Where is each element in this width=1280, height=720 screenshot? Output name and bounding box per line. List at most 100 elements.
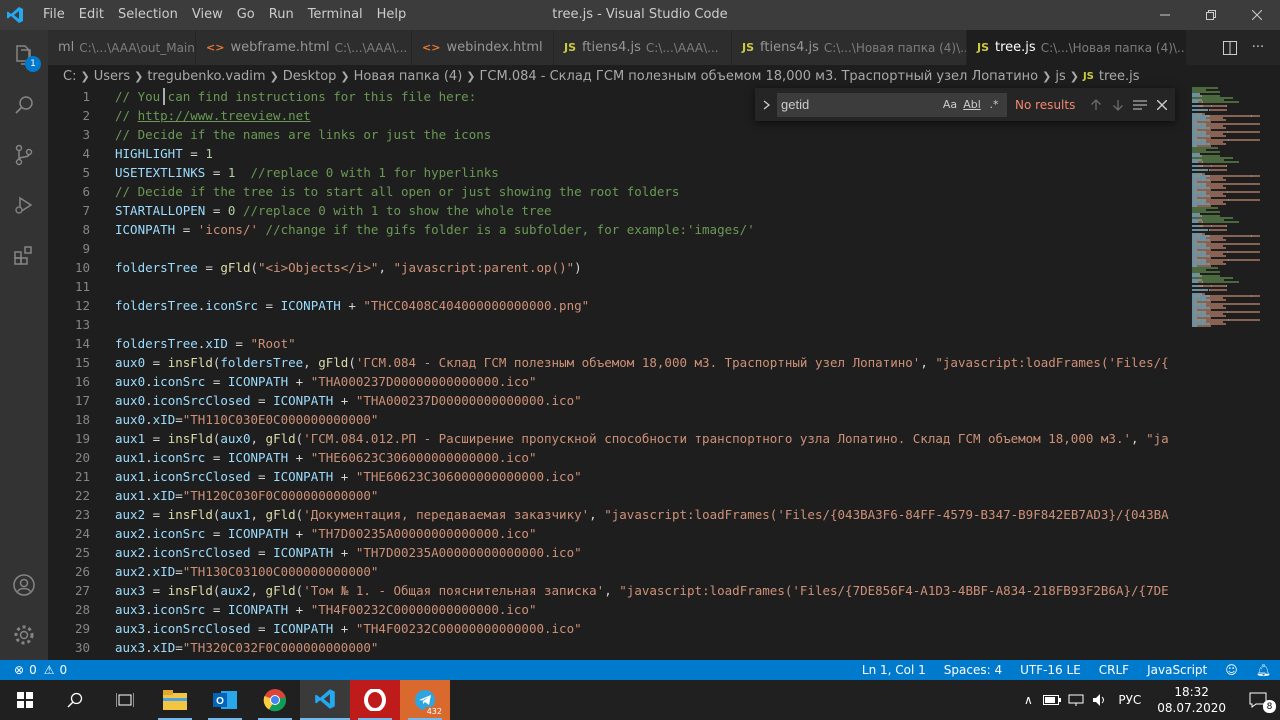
tab-tree-js[interactable]: JS tree.js C:\...\Новая папка (4)\... ✕	[967, 30, 1187, 65]
code-line[interactable]: 10 foldersTree = gFld("<i>Objects</i>", "…	[48, 258, 1188, 277]
code-line[interactable]: 16 aux0.iconSrc = ICONPATH + "THA000237D0…	[48, 372, 1188, 391]
code-token: "THA000237D00000000000000.ico"	[355, 393, 582, 408]
next-match-arrow-down-icon[interactable]	[1107, 94, 1129, 116]
explorer-icon[interactable]: 1	[0, 30, 48, 80]
find-input[interactable]	[781, 97, 931, 112]
chevron-up-icon[interactable]: ∧	[1016, 693, 1040, 707]
use-regex-button[interactable]: .*	[985, 98, 1003, 111]
code-line[interactable]: 19 aux1 = insFld(aux0, gFld('ГСМ.084.012.…	[48, 429, 1188, 448]
menu-view[interactable]: View	[185, 0, 230, 30]
breadcrumb-item[interactable]: Users	[94, 69, 130, 84]
code-line[interactable]: 24 aux2.iconSrc = ICONPATH + "TH7D00235A0…	[48, 524, 1188, 543]
code-line[interactable]: 25 aux2.iconSrcClosed = ICONPATH + "TH7D0…	[48, 543, 1188, 562]
code-line[interactable]: 6 // Decide if the tree is to start all o…	[48, 182, 1188, 201]
breadcrumb-item[interactable]: js	[1055, 69, 1065, 84]
tab-ftiens4-js-folder4[interactable]: JS ftiens4.js C:\...\Новая папка (4)\...	[732, 30, 967, 65]
menu-file[interactable]: File	[36, 0, 72, 30]
restore-button[interactable]	[1188, 0, 1234, 30]
code-line[interactable]: 15 aux0 = insFld(foldersTree, gFld('ГСМ.0…	[48, 353, 1188, 372]
code-line[interactable]: 18 aux0.xID="TH110C030E0C000000000000"	[48, 410, 1188, 429]
end-of-line[interactable]: CRLF	[1090, 663, 1138, 677]
source-control-icon[interactable]	[0, 130, 48, 180]
code-line[interactable]: 9	[48, 239, 1188, 258]
volume-icon[interactable]	[1088, 693, 1112, 707]
code-line[interactable]: 30 aux3.xID="TH320C032F0C000000000000"	[48, 638, 1188, 657]
minimap[interactable]	[1190, 87, 1270, 332]
breadcrumb-item[interactable]: tree.js	[1099, 69, 1140, 84]
encoding[interactable]: UTF-16 LE	[1011, 663, 1090, 677]
clock[interactable]: 18:32 08.07.2020	[1147, 684, 1236, 716]
code-line[interactable]: 28 aux3.iconSrc = ICONPATH + "TH4F00232C0…	[48, 600, 1188, 619]
code-line[interactable]: 12 foldersTree.iconSrc = ICONPATH + "THCC…	[48, 296, 1188, 315]
code-line[interactable]: 8 ICONPATH = 'icons/' //change if the gif…	[48, 220, 1188, 239]
vscode-taskbar-icon[interactable]	[300, 680, 350, 720]
extensions-icon[interactable]	[0, 230, 48, 280]
battery-icon[interactable]	[1040, 695, 1064, 705]
code-line[interactable]: 7 STARTALLOPEN = 0 //replace 0 with 1 to …	[48, 201, 1188, 220]
outlook-icon[interactable]: O	[200, 680, 250, 720]
toggle-replace-chevron-icon[interactable]	[757, 99, 777, 110]
code-line[interactable]: 22 aux1.xID="TH120C030F0C000000000000"	[48, 486, 1188, 505]
language-mode[interactable]: JavaScript	[1138, 663, 1216, 677]
code-line[interactable]: 29 aux3.iconSrcClosed = ICONPATH + "TH4F0…	[48, 619, 1188, 638]
windows-start-icon[interactable]	[0, 680, 50, 720]
code-line[interactable]: 4 HIGHLIGHT = 1	[48, 144, 1188, 163]
run-debug-icon[interactable]	[0, 180, 48, 230]
network-icon[interactable]	[1064, 694, 1088, 706]
tab-ftiens4-js-aaa[interactable]: JS ftiens4.js C:\...\AAA\...	[554, 30, 732, 65]
chrome-icon[interactable]	[250, 680, 300, 720]
split-editor-icon[interactable]	[1216, 30, 1244, 65]
menu-terminal[interactable]: Terminal	[301, 0, 370, 30]
breadcrumb-item[interactable]: ГСМ.084 - Склад ГСМ полезным объемом 18,…	[479, 69, 1038, 84]
problems-indicator[interactable]: ⊗ 0 ⚠ 0	[0, 663, 67, 677]
breadcrumb-item[interactable]: Новая папка (4)	[354, 69, 463, 84]
editor-scrollbar[interactable]	[1270, 87, 1280, 660]
code-line[interactable]: 20 aux1.iconSrc = ICONPATH + "THE60623C30…	[48, 448, 1188, 467]
indentation[interactable]: Spaces: 4	[935, 663, 1011, 677]
menu-run[interactable]: Run	[262, 0, 301, 30]
more-actions-icon[interactable]: ···	[1244, 30, 1272, 65]
code-line[interactable]: 26 aux2.xID="TH130C03100C000000000000"	[48, 562, 1188, 581]
previous-match-arrow-up-icon[interactable]	[1085, 94, 1107, 116]
input-language[interactable]: РУС	[1112, 693, 1147, 707]
menu-go[interactable]: Go	[230, 0, 262, 30]
code-line[interactable]: 5 USETEXTLINKS = 1 //replace 0 with 1 for…	[48, 163, 1188, 182]
minimize-button[interactable]	[1142, 0, 1188, 30]
settings-gear-icon[interactable]	[0, 610, 48, 660]
action-center-icon[interactable]: 8	[1236, 680, 1280, 720]
match-case-button[interactable]: Aa	[941, 98, 959, 111]
cursor-position[interactable]: Ln 1, Col 1	[853, 663, 935, 677]
breadcrumb-item[interactable]: C:	[63, 69, 76, 84]
file-explorer-icon[interactable]	[150, 680, 200, 720]
tab-webframe-html[interactable]: <> webframe.html C:\...\AAA\...	[196, 30, 412, 65]
tab-out-main[interactable]: ml C:\...\AAA\out_Main	[48, 30, 196, 65]
code-line[interactable]: 13	[48, 315, 1188, 334]
code-line[interactable]: 3 // Decide if the names are links or jus…	[48, 125, 1188, 144]
notifications-bell-icon[interactable]: 🔔︎	[1247, 663, 1280, 677]
code-line[interactable]: 17 aux0.iconSrcClosed = ICONPATH + "THA00…	[48, 391, 1188, 410]
menu-edit[interactable]: Edit	[72, 0, 111, 30]
code-line[interactable]: 21 aux1.iconSrcClosed = ICONPATH + "THE60…	[48, 467, 1188, 486]
breadcrumb-item[interactable]: Desktop	[283, 69, 337, 84]
breadcrumb-item[interactable]: tregubenko.vadim	[147, 69, 265, 84]
find-in-selection-icon[interactable]	[1129, 94, 1151, 116]
close-find-icon[interactable]	[1151, 94, 1173, 116]
close-window-button[interactable]	[1234, 0, 1280, 30]
match-whole-word-button[interactable]: Abl	[963, 98, 981, 111]
telegram-icon[interactable]: 432	[400, 680, 450, 720]
search-icon[interactable]	[0, 80, 48, 130]
menu-selection[interactable]: Selection	[111, 0, 185, 30]
code-line[interactable]: 14 foldersTree.xID = "Root"	[48, 334, 1188, 353]
code-line[interactable]: 27 aux3 = insFld(aux2, gFld('Том № 1. - О…	[48, 581, 1188, 600]
tab-webindex-html[interactable]: <> webindex.html	[412, 30, 554, 65]
opera-icon[interactable]	[350, 680, 400, 720]
accounts-icon[interactable]	[0, 560, 48, 610]
search-icon[interactable]	[50, 680, 100, 720]
menu-help[interactable]: Help	[370, 0, 414, 30]
code-editor[interactable]: 1 // You can find instructions for this f…	[48, 87, 1280, 660]
code-line[interactable]: 11	[48, 277, 1188, 296]
code-token: ICONPATH	[227, 526, 289, 541]
code-line[interactable]: 23 aux2 = insFld(aux1, gFld('Документация…	[48, 505, 1188, 524]
feedback-icon[interactable]: ☺	[1216, 663, 1247, 677]
task-view-icon[interactable]	[100, 680, 150, 720]
